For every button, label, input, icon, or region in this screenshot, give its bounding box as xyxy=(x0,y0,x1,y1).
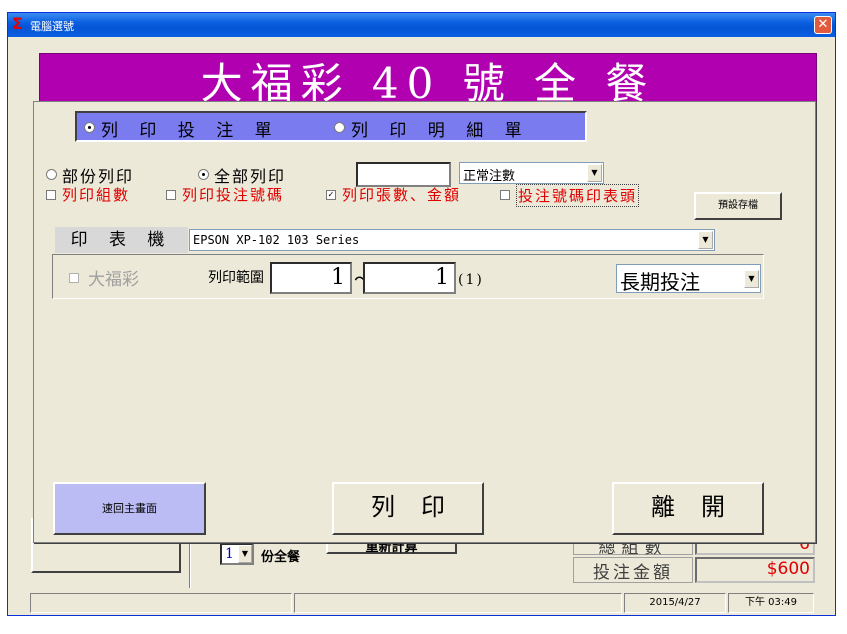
print-slip-radio[interactable] xyxy=(84,122,95,133)
print-dialog: 列 印 投 注 單 列 印 明 細 單 部份列印 全部列印 正常注數 ▼ 列印組… xyxy=(33,101,816,543)
print-header-checkbox[interactable] xyxy=(500,190,510,200)
range-from-input[interactable]: 1 xyxy=(270,262,352,294)
back-to-main-button[interactable]: 速回主畫面 xyxy=(53,482,206,535)
printer-value: EPSON XP-102 103 Series xyxy=(193,233,360,247)
partial-print-radio[interactable] xyxy=(46,169,57,180)
status-time: 下午 03:49 xyxy=(728,593,814,613)
status-pane-1 xyxy=(30,593,292,613)
main-window: Σ 電腦選號 ✕ 大福彩 40 號 全 餐 結果 1 ▼ 份全餐 重新計算 總組… xyxy=(7,12,836,616)
status-pane-2 xyxy=(294,593,622,613)
full-print-radio[interactable] xyxy=(198,169,209,180)
default-save-button[interactable]: 預設存檔 xyxy=(694,192,782,220)
print-groups-label[interactable]: 列印組數 xyxy=(62,184,130,205)
print-numbers-label[interactable]: 列印投注號碼 xyxy=(182,184,284,205)
title-bar[interactable]: Σ 電腦選號 ✕ xyxy=(8,13,835,37)
range-to-input[interactable]: 1 xyxy=(363,262,456,294)
print-detail-label[interactable]: 列 印 明 細 單 xyxy=(351,116,530,141)
copies-value: 1 xyxy=(225,546,234,562)
range-count: (1) xyxy=(458,272,484,288)
chevron-down-icon[interactable]: ▼ xyxy=(587,164,602,182)
print-slip-label[interactable]: 列 印 投 注 單 xyxy=(101,116,280,141)
close-button[interactable]: ✕ xyxy=(814,16,832,34)
window-title: 電腦選號 xyxy=(30,20,74,33)
term-select[interactable]: 長期投注 ▼ xyxy=(616,264,761,294)
print-sheets-amount-label[interactable]: 列印張數、金額 xyxy=(342,184,461,205)
print-header-label[interactable]: 投注號碼印表頭 xyxy=(516,184,640,207)
close-icon: ✕ xyxy=(817,17,829,32)
print-button[interactable]: 列印 xyxy=(332,482,484,535)
print-sheets-amount-checkbox[interactable]: ✓ xyxy=(326,190,336,200)
printer-label: 印 表 機 xyxy=(55,227,188,253)
print-groups-checkbox[interactable] xyxy=(46,190,56,200)
print-detail-radio[interactable] xyxy=(334,122,345,133)
print-numbers-checkbox[interactable] xyxy=(166,190,176,200)
sigma-icon: Σ xyxy=(12,14,23,33)
print-mode-bar: 列 印 投 注 單 列 印 明 細 單 xyxy=(75,111,587,142)
chevron-down-icon[interactable]: ▼ xyxy=(698,231,713,249)
exit-button[interactable]: 離開 xyxy=(612,482,764,535)
chevron-down-icon[interactable]: ▼ xyxy=(744,270,759,288)
total-amount-value: $600 xyxy=(695,557,815,583)
copies-label: 份全餐 xyxy=(261,550,301,565)
banner: 大福彩 40 號 全 餐 xyxy=(39,53,817,108)
status-date: 2015/4/27 xyxy=(624,593,726,613)
count-mode-select[interactable]: 正常注數 ▼ xyxy=(459,162,604,184)
lottery-range-group: 大福彩 列印範圍 1 ～ 1 (1) 長期投注 ▼ xyxy=(52,254,764,299)
printer-select[interactable]: EPSON XP-102 103 Series ▼ xyxy=(189,229,715,251)
status-bar: 2015/4/27 下午 03:49 xyxy=(8,588,835,615)
term-value: 長期投注 xyxy=(620,270,700,294)
copies-select[interactable]: 1 ▼ xyxy=(220,543,254,565)
lottery-label[interactable]: 大福彩 xyxy=(88,265,139,290)
count-mode-value: 正常注數 xyxy=(463,169,516,184)
range-label: 列印範圍 xyxy=(208,270,264,286)
chevron-down-icon[interactable]: ▼ xyxy=(238,545,252,563)
lottery-checkbox[interactable] xyxy=(69,273,79,283)
total-amount-label: 投注金額 xyxy=(573,557,693,583)
